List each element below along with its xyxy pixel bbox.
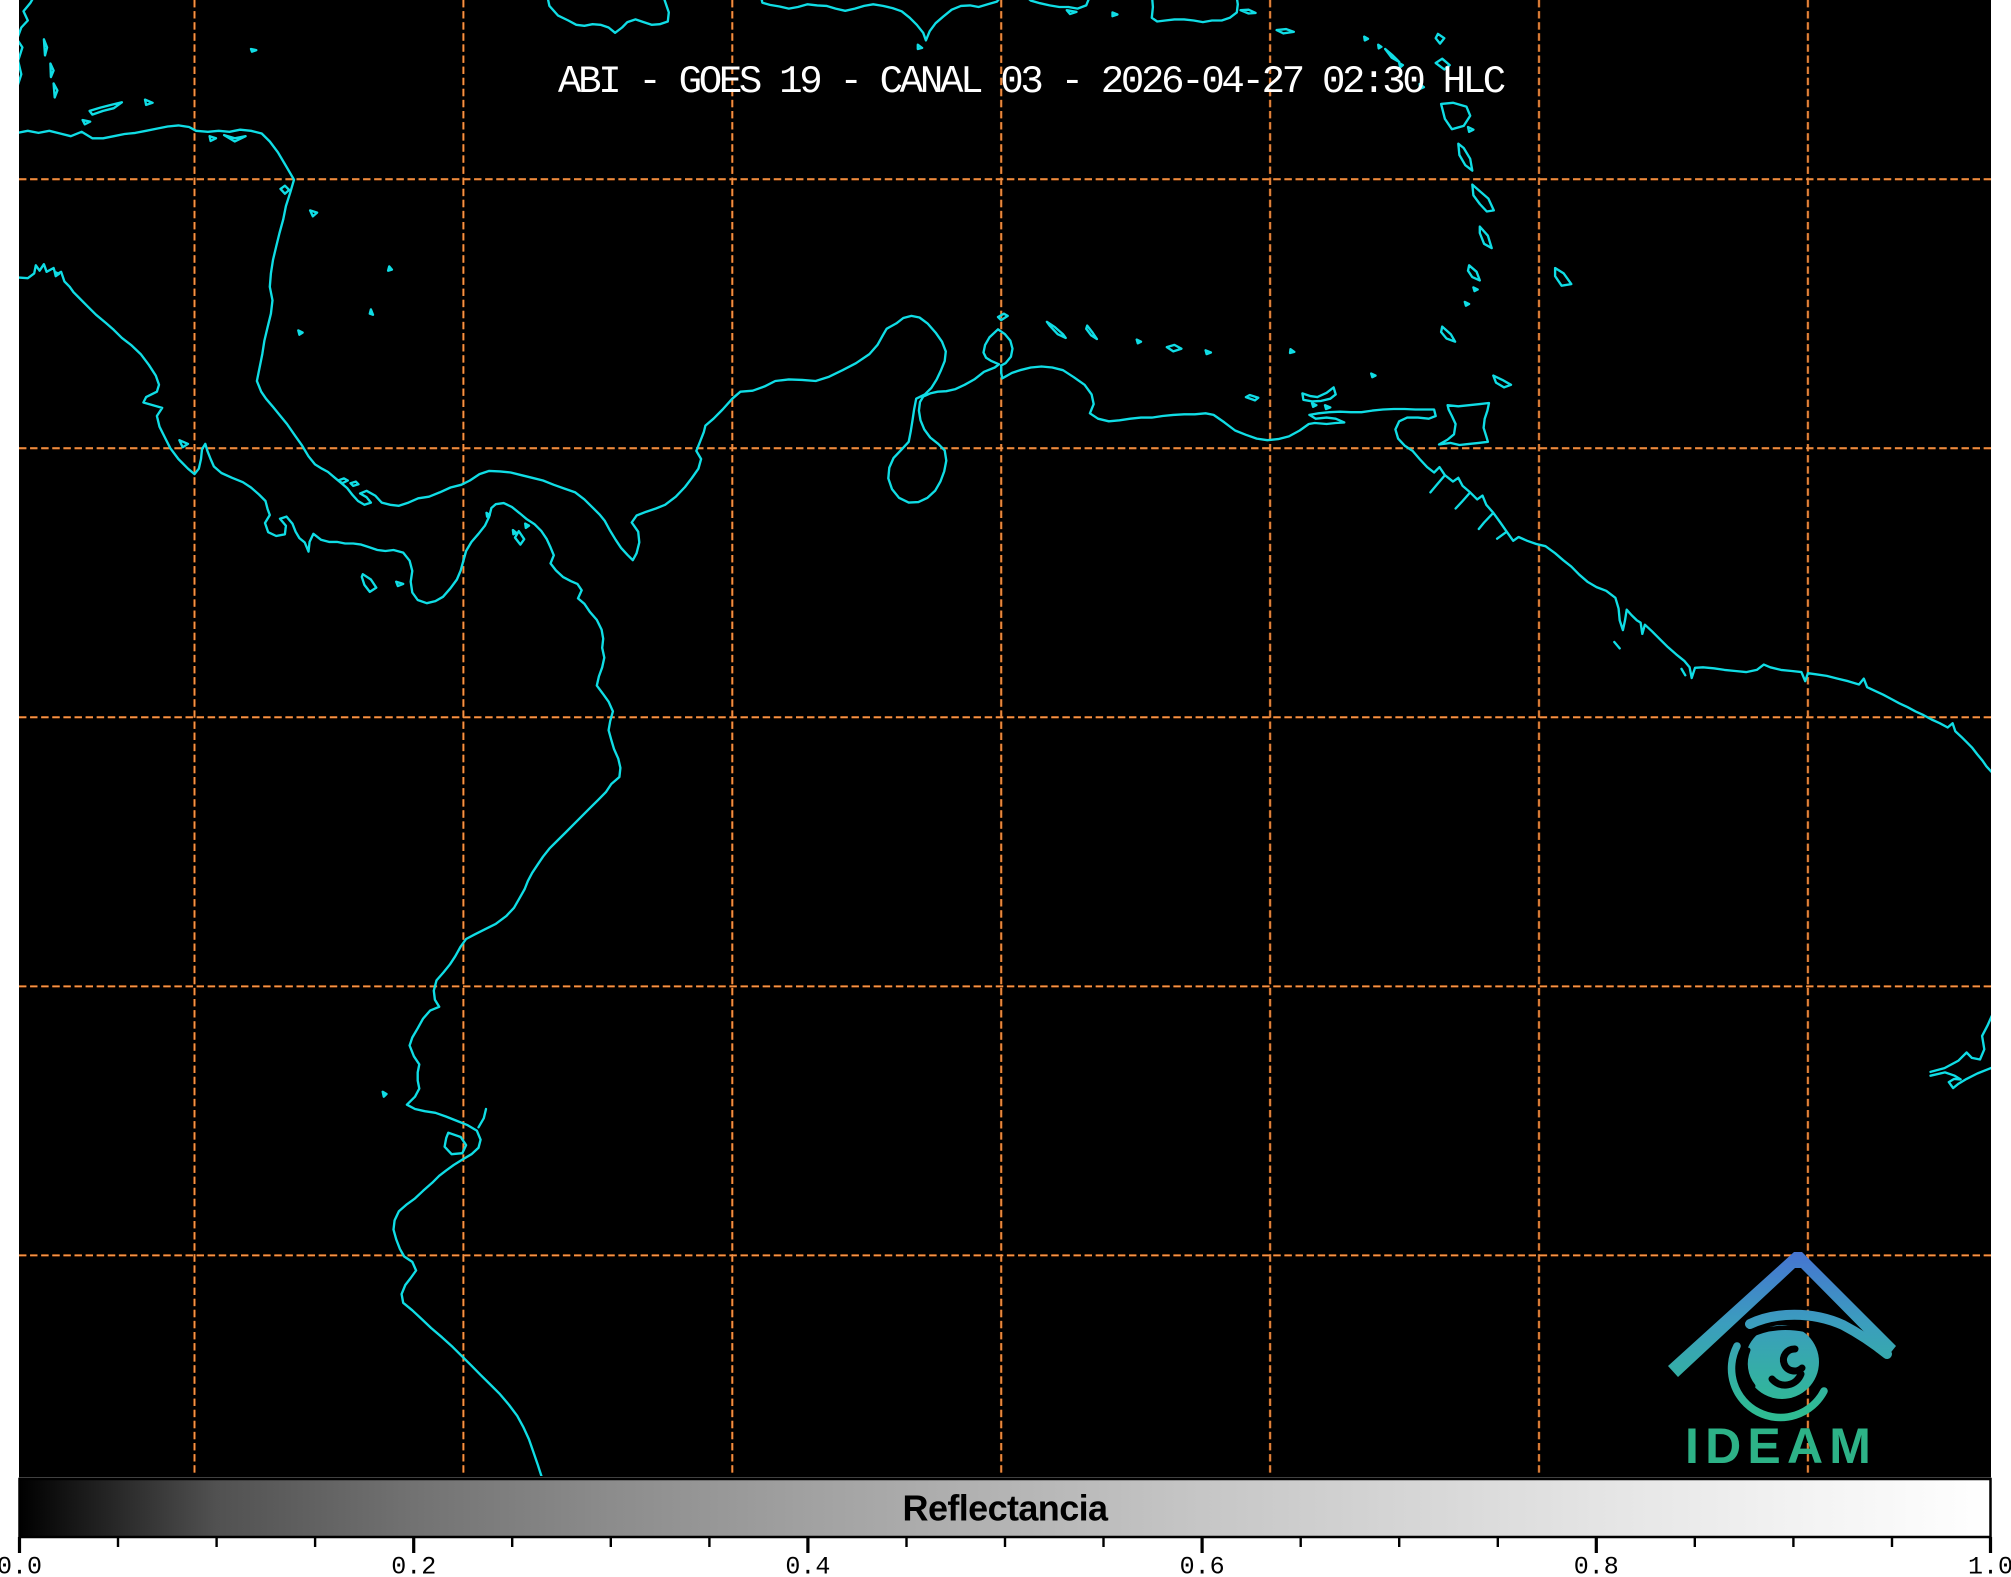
- svg-text:0.6: 0.6: [1180, 1552, 1225, 1577]
- svg-text:0.4: 0.4: [785, 1552, 830, 1577]
- svg-text:1.0: 1.0: [1968, 1552, 2011, 1577]
- svg-text:ABI - GOES 19 - CANAL 03 - 202: ABI - GOES 19 - CANAL 03 - 2026-04-27 02…: [558, 60, 1505, 104]
- svg-text:IDEAM: IDEAM: [1685, 1418, 1877, 1474]
- svg-text:0.8: 0.8: [1574, 1552, 1619, 1577]
- svg-text:0.2: 0.2: [391, 1552, 436, 1577]
- svg-text:Reflectancia: Reflectancia: [903, 1487, 1109, 1528]
- svg-text:0.0: 0.0: [0, 1552, 42, 1577]
